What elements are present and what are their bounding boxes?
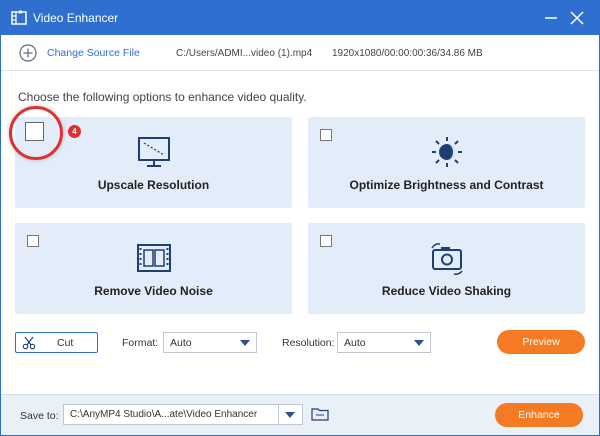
option-label: Upscale Resolution [97,178,210,192]
select-divider [278,405,279,424]
step-number-badge: 4 [68,125,81,138]
folder-icon[interactable] [311,405,329,423]
close-icon[interactable] [567,8,587,28]
save-to-label: Save to: [20,410,59,422]
chevron-down-icon [414,340,424,346]
monitor-icon [137,137,170,167]
video-enhancer-window: Video Enhancer Change Source File C:/Use… [0,0,600,436]
brightness-icon [431,137,462,167]
format-label: Format: [122,337,159,349]
cut-button[interactable]: Cut [15,332,98,353]
change-source-label: Change Source File [47,47,140,59]
source-file-bar: Change Source File C:/Users/ADMI...video… [1,35,599,71]
enhance-button[interactable]: Enhance [495,403,583,427]
format-value: Auto [170,337,192,349]
brightness-checkbox[interactable] [320,129,332,141]
film-strip-icon [136,244,171,272]
source-file-path: C:/Users/ADMI...video (1).mp4 [176,48,313,59]
chevron-down-icon [240,340,250,346]
change-source-file-button[interactable]: Change Source File [19,43,140,63]
noise-checkbox[interactable] [27,235,39,247]
option-label: Remove Video Noise [94,284,213,298]
option-label: Optimize Brightness and Contrast [349,178,544,192]
scissors-icon [22,336,36,350]
shaking-checkbox[interactable] [320,235,332,247]
preview-button[interactable]: Preview [497,330,585,354]
option-optimize-brightness[interactable]: Optimize Brightness and Contrast [308,117,585,208]
window-title: Video Enhancer [33,11,119,25]
instruction-text: Choose the following options to enhance … [18,90,307,104]
footer-bar: Save to: C:\AnyMP4 Studio\A...ate\Video … [1,394,599,435]
option-remove-video-noise[interactable]: Remove Video Noise [15,223,292,314]
chevron-down-icon [285,412,295,418]
resolution-label: Resolution: [282,337,335,349]
option-reduce-video-shaking[interactable]: Reduce Video Shaking [308,223,585,314]
resolution-value: Auto [344,337,366,349]
save-path-value: C:\AnyMP4 Studio\A...ate\Video Enhancer [70,409,258,420]
format-select[interactable]: Auto [163,332,257,353]
save-path-select[interactable]: C:\AnyMP4 Studio\A...ate\Video Enhancer [63,404,303,425]
option-label: Reduce Video Shaking [381,284,512,298]
stabilize-camera-icon [430,243,463,275]
minimize-icon[interactable] [541,8,561,28]
title-bar: Video Enhancer [1,1,599,35]
upscale-checkbox-enlarged[interactable] [25,122,44,141]
add-circle-icon [19,44,37,62]
film-grid-icon [11,10,27,25]
resolution-select[interactable]: Auto [337,332,431,353]
source-file-info: 1920x1080/00:00:00:36/34.86 MB [332,48,483,59]
cut-label: Cut [57,337,74,349]
